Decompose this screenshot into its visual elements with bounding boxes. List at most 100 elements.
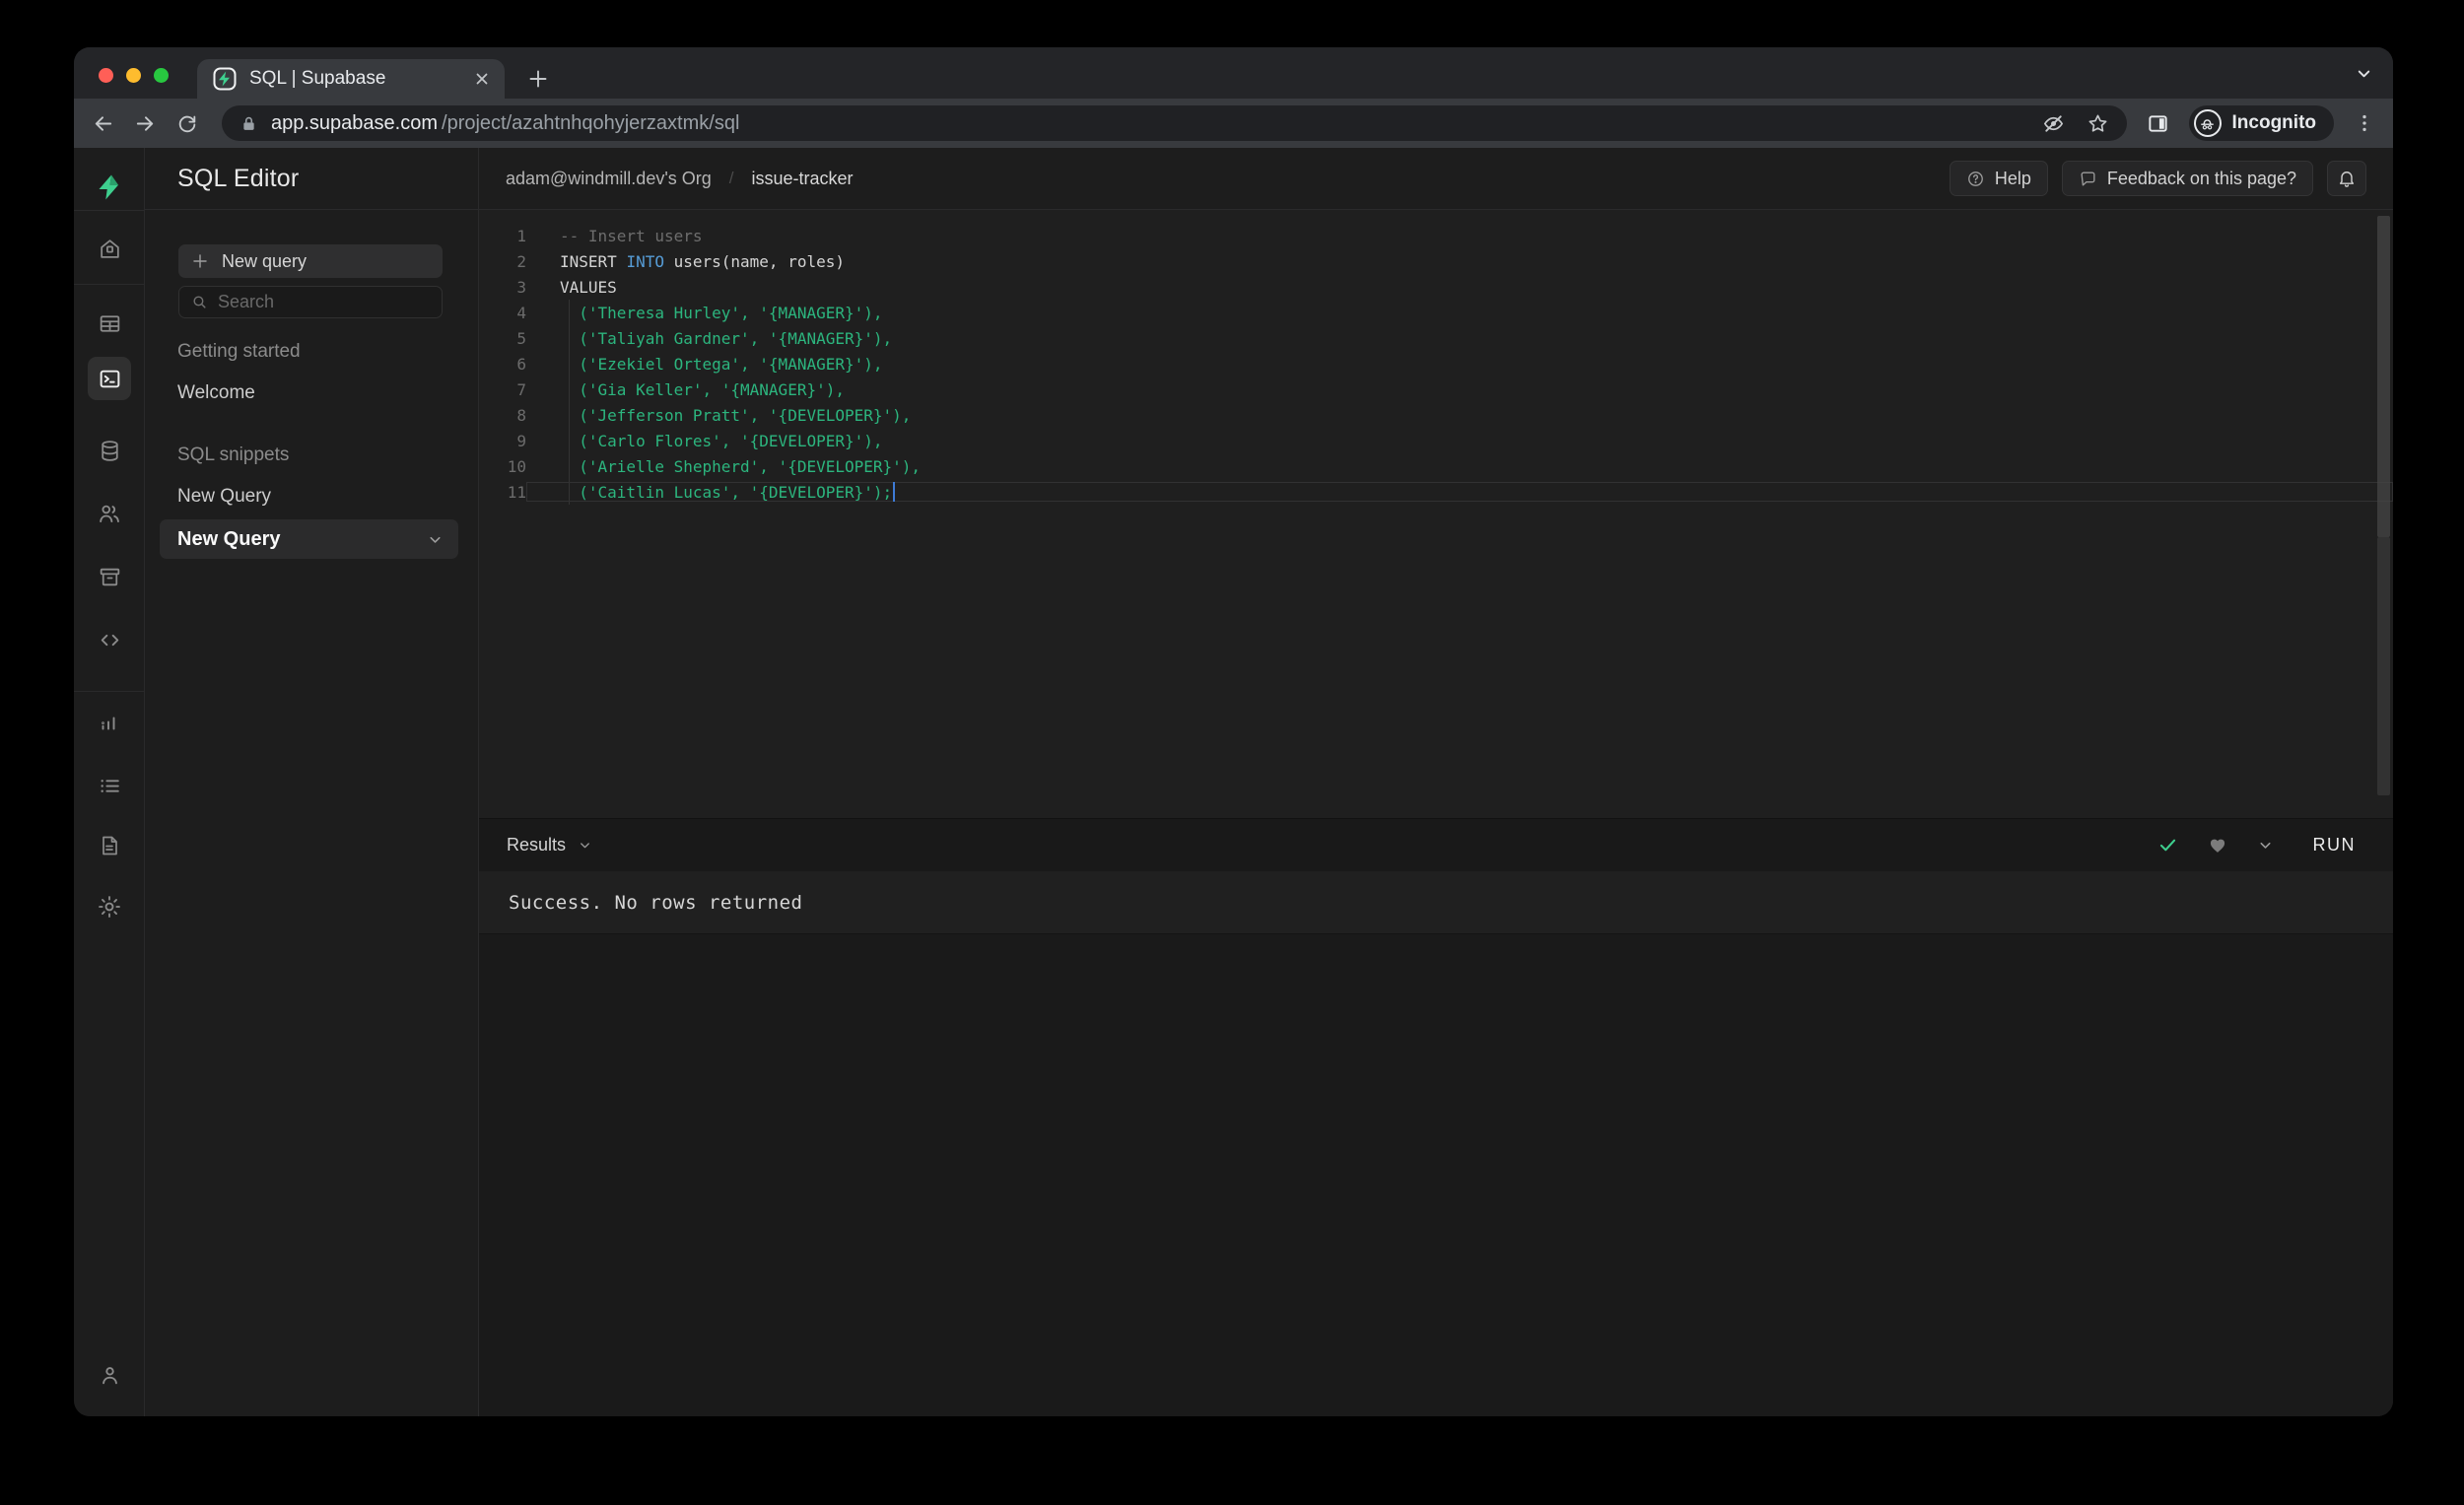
browser-window: SQL | Supabase app.supabase.com /project…: [74, 47, 2393, 1416]
section-label-sql-snippets: SQL snippets: [177, 445, 290, 465]
results-dropdown[interactable]: Results: [507, 835, 566, 855]
panel-header: SQL Editor: [145, 148, 478, 210]
code-text: ('Caitlin Lucas', '{DEVELOPER}');: [526, 482, 2393, 502]
chevron-down-icon[interactable]: [427, 531, 444, 548]
search-input[interactable]: [218, 292, 430, 312]
code-line[interactable]: 11 ('Caitlin Lucas', '{DEVELOPER}');: [479, 479, 2393, 505]
editor-scrollbar[interactable]: [2377, 537, 2390, 795]
side-panel-icon[interactable]: [2147, 112, 2169, 135]
line-number: 1: [516, 226, 526, 245]
nav-rail: [74, 148, 145, 1416]
code-line[interactable]: 7 ('Gia Keller', '{MANAGER}'),: [479, 376, 2393, 402]
tab-title: SQL | Supabase: [249, 68, 386, 89]
bookmark-star-icon[interactable]: [2087, 112, 2109, 135]
line-number: 3: [516, 277, 526, 297]
sidebar-item-docs[interactable]: [86, 822, 133, 869]
line-number: 9: [516, 431, 526, 450]
tab-close-icon[interactable]: [473, 70, 491, 88]
window-close-button[interactable]: [99, 68, 113, 83]
reload-icon[interactable]: [176, 112, 198, 134]
window-minimize-button[interactable]: [126, 68, 141, 83]
search-input-container: [178, 286, 443, 318]
code-text: VALUES: [560, 277, 617, 297]
sidebar-item-new-query[interactable]: New Query: [177, 486, 271, 508]
line-number: 5: [516, 328, 526, 348]
favorite-heart-icon[interactable]: [2208, 836, 2227, 855]
code-line[interactable]: 2 INSERT INTO users(name, roles): [479, 248, 2393, 274]
search-icon: [191, 294, 208, 310]
plus-icon: [191, 252, 209, 270]
sidebar-item-sql-editor[interactable]: [88, 357, 131, 400]
code-line[interactable]: 6 ('Ezekiel Ortega', '{MANAGER}'),: [479, 351, 2393, 376]
sidebar-item-database[interactable]: [86, 427, 133, 474]
feedback-button[interactable]: Feedback on this page?: [2061, 161, 2313, 196]
lock-icon: [240, 114, 258, 133]
supabase-favicon-icon: [213, 67, 237, 91]
code-line[interactable]: 10 ('Arielle Shepherd', '{DEVELOPER}'),: [479, 453, 2393, 479]
line-number: 11: [507, 482, 526, 502]
incognito-icon: [2193, 109, 2222, 137]
help-question-icon: [1966, 170, 1985, 188]
line-number: 7: [516, 379, 526, 399]
sidebar-item-reports[interactable]: [86, 699, 133, 746]
code-line[interactable]: 1 -- Insert users: [479, 223, 2393, 248]
query-success-check-icon: [2157, 835, 2178, 855]
breadcrumb-bar: adam@windmill.dev's Org / issue-tracker …: [479, 148, 2393, 210]
sidebar-item-authentication[interactable]: [86, 490, 133, 537]
code-line[interactable]: 9 ('Carlo Flores', '{DEVELOPER}'),: [479, 428, 2393, 453]
tab-overview-chevron-icon[interactable]: [2355, 64, 2373, 83]
sql-editor-panel: SQL Editor New query Getting started Wel…: [145, 148, 479, 1416]
rail-divider: [74, 284, 145, 285]
password-eye-off-icon[interactable]: [2042, 112, 2065, 135]
new-query-button[interactable]: New query: [178, 244, 443, 278]
supabase-app: SQL Editor New query Getting started Wel…: [74, 148, 2393, 1416]
code-line[interactable]: 5 ('Taliyah Gardner', '{MANAGER}'),: [479, 325, 2393, 351]
run-button[interactable]: RUN: [2303, 829, 2366, 861]
code-line[interactable]: 8 ('Jefferson Pratt', '{DEVELOPER}'),: [479, 402, 2393, 428]
notifications-bell-icon[interactable]: [2327, 161, 2366, 196]
sidebar-item-home[interactable]: [86, 225, 133, 272]
code-text: ('Theresa Hurley', '{MANAGER}'),: [560, 303, 883, 322]
code-text: ('Jefferson Pratt', '{DEVELOPER}'),: [560, 405, 912, 425]
help-button[interactable]: Help: [1949, 161, 2048, 196]
forward-icon[interactable]: [134, 112, 157, 135]
code-text: ('Carlo Flores', '{DEVELOPER}'),: [560, 431, 883, 450]
editor-scrollbar[interactable]: [2377, 216, 2390, 537]
code-line[interactable]: 3 VALUES: [479, 274, 2393, 300]
sql-code-editor[interactable]: 1 -- Insert users 2 INSERT INTO users(name,…: [479, 210, 2393, 818]
help-button-label: Help: [1994, 168, 2031, 188]
desktop-background: SQL | Supabase app.supabase.com /project…: [0, 0, 2464, 1505]
code-line[interactable]: 4 ('Theresa Hurley', '{MANAGER}'),: [479, 300, 2393, 325]
sidebar-item-logs[interactable]: [86, 762, 133, 809]
results-chevron-down-icon[interactable]: [578, 838, 592, 853]
incognito-label: Incognito: [2231, 112, 2316, 133]
speech-bubble-icon: [2079, 170, 2097, 188]
main-content: adam@windmill.dev's Org / issue-tracker …: [479, 148, 2393, 1416]
sidebar-item-table-editor[interactable]: [86, 300, 133, 347]
breadcrumb-org[interactable]: adam@windmill.dev's Org: [506, 169, 712, 189]
browser-menu-kebab-icon[interactable]: [2354, 112, 2375, 134]
sidebar-item-storage[interactable]: [86, 553, 133, 600]
address-bar[interactable]: app.supabase.com /project/azahtnhqohyjer…: [222, 105, 2127, 141]
run-options-chevron-icon[interactable]: [2257, 837, 2274, 854]
supabase-logo[interactable]: [86, 164, 133, 211]
sidebar-item-new-query-selected[interactable]: New Query: [160, 519, 458, 559]
sidebar-item-settings-gear-icon[interactable]: [86, 883, 133, 930]
new-query-button-label: New query: [222, 250, 308, 271]
sidebar-item-api[interactable]: [86, 616, 133, 663]
sidebar-item-welcome[interactable]: Welcome: [177, 382, 255, 404]
back-icon[interactable]: [92, 112, 114, 135]
line-number: 6: [516, 354, 526, 374]
page-title: SQL Editor: [177, 164, 300, 192]
breadcrumb-project[interactable]: issue-tracker: [752, 169, 854, 189]
account-user-icon[interactable]: [86, 1351, 133, 1399]
code-text: INSERT INTO users(name, roles): [560, 251, 845, 271]
code-text: ('Ezekiel Ortega', '{MANAGER}'),: [560, 354, 883, 374]
line-number: 10: [507, 456, 526, 476]
rail-divider: [74, 210, 145, 211]
new-tab-button[interactable]: [519, 60, 557, 98]
section-label-getting-started: Getting started: [177, 341, 301, 362]
browser-tab[interactable]: SQL | Supabase: [197, 59, 505, 99]
window-zoom-button[interactable]: [154, 68, 169, 83]
incognito-badge[interactable]: Incognito: [2188, 105, 2334, 141]
